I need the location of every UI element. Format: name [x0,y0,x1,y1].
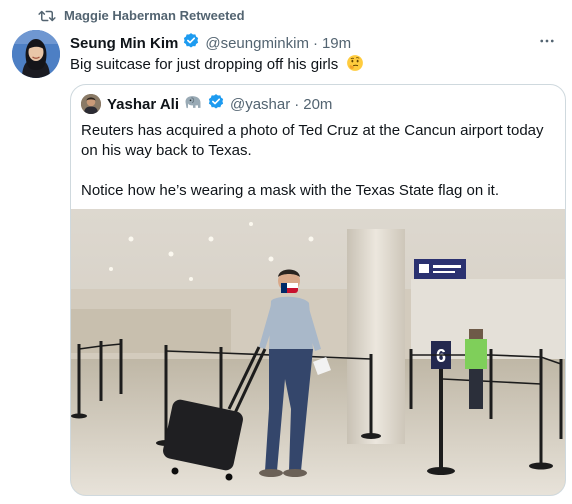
tweet-text: Big suitcase for just dropping off his g… [70,54,364,78]
author-name[interactable]: Seung Min Kim [70,35,178,52]
avatar[interactable] [12,30,60,78]
elephant-emoji [183,93,203,115]
separator-dot: · [294,95,300,113]
quoted-avatar[interactable] [81,94,101,114]
tweet-header: Seung Min Kim @seungminkim · 19m [70,32,351,54]
quoted-paragraph-1: Reuters has acquired a photo of Ted Cruz… [81,122,544,159]
author-handle[interactable]: @seungminkim [205,35,309,52]
tweet-body: Big suitcase for just dropping off his g… [70,56,339,73]
verified-badge-icon [182,32,200,54]
quoted-tweet-text: Reuters has acquired a photo of Ted Cruz… [81,121,559,201]
retweet-label[interactable]: Maggie Haberman Retweeted [64,8,245,23]
quoted-tweet[interactable]: Yashar Ali @yashar · 20m Reuters has acq… [70,84,566,496]
airport-photo[interactable]: 6 [71,209,565,495]
quoted-author-name[interactable]: Yashar Ali [107,96,179,113]
gate-number: 6 [436,346,446,366]
retweet-icon [38,9,56,23]
quoted-paragraph-2: Notice how he’s wearing a mask with the … [81,182,500,199]
verified-badge-icon [207,93,225,115]
thinking-face-emoji [346,54,364,78]
retweet-context[interactable]: Maggie Haberman Retweeted [38,8,245,23]
quoted-author-handle[interactable]: @yashar [230,96,290,113]
tweet-time[interactable]: 19m [322,35,351,52]
quoted-tweet-time[interactable]: 20m [303,96,332,113]
more-icon[interactable] [536,30,558,52]
separator-dot: · [312,34,318,52]
quoted-tweet-header: Yashar Ali @yashar · 20m [81,93,332,115]
